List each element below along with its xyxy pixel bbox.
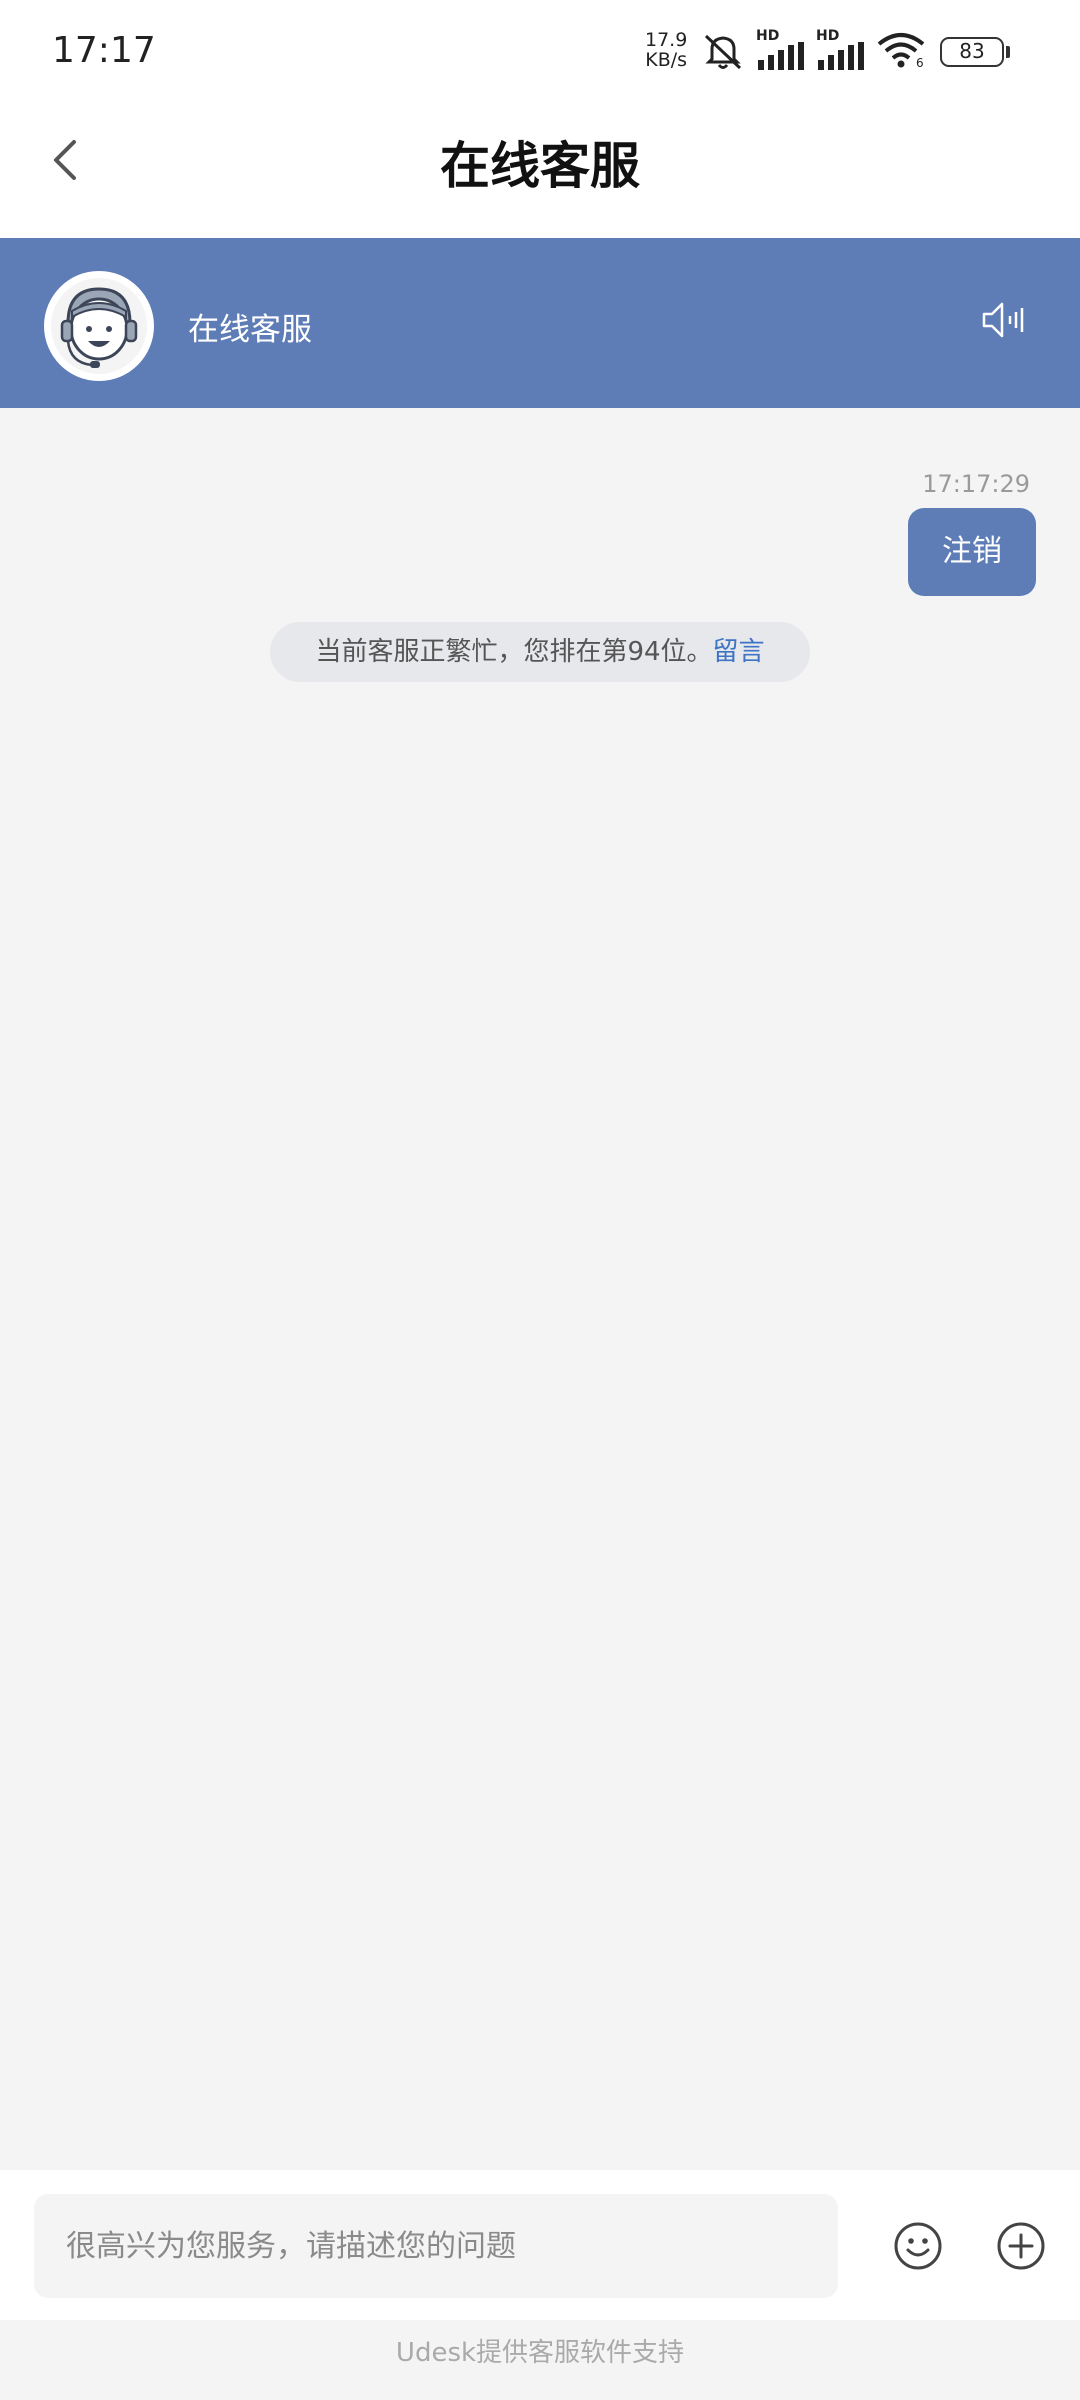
queue-notice-text: 当前客服正繁忙，您排在第94位。 bbox=[315, 637, 713, 667]
user-message-bubble[interactable]: 注销 bbox=[908, 508, 1036, 596]
network-speed-unit: KB/s bbox=[645, 49, 688, 71]
powered-by-footer: Udesk提供客服软件支持 bbox=[0, 2320, 1080, 2400]
signal-bars bbox=[758, 42, 804, 70]
queue-notice: 当前客服正繁忙，您排在第94位。留言 bbox=[270, 622, 810, 682]
speaker-toggle-button[interactable] bbox=[980, 296, 1028, 344]
wifi-label: 6 bbox=[916, 56, 924, 70]
emoji-button[interactable] bbox=[892, 2220, 944, 2272]
nav-bar: 在线客服 bbox=[0, 100, 1080, 238]
battery-level: 83 bbox=[959, 39, 985, 63]
network-speed: 17.9 KB/s bbox=[645, 30, 687, 70]
signal-icon-2: HD bbox=[816, 28, 868, 70]
message-input[interactable] bbox=[34, 2194, 838, 2298]
chat-area[interactable]: 17:17:29 注销 当前客服正繁忙，您排在第94位。留言 bbox=[0, 408, 1080, 2170]
leave-message-link[interactable]: 留言 bbox=[713, 637, 765, 667]
headset-agent-icon bbox=[51, 278, 147, 374]
mute-bell-icon bbox=[704, 34, 742, 70]
battery-icon: 83 bbox=[940, 37, 1004, 67]
plus-circle-icon bbox=[997, 2222, 1045, 2270]
more-options-button[interactable] bbox=[995, 2220, 1047, 2272]
page-title: 在线客服 bbox=[440, 136, 640, 195]
agent-name: 在线客服 bbox=[188, 312, 312, 348]
signal-bars-2 bbox=[818, 42, 864, 70]
wifi-icon: 6 bbox=[876, 32, 930, 72]
input-bar bbox=[0, 2170, 1080, 2320]
signal-icon: HD bbox=[756, 28, 808, 70]
message-timestamp: 17:17:29 bbox=[922, 470, 1030, 498]
status-bar: 17:17 17.9 KB/s HD HD 6 83 bbox=[0, 0, 1080, 100]
emoji-icon bbox=[894, 2222, 942, 2270]
status-time: 17:17 bbox=[52, 30, 156, 71]
network-speed-value: 17.9 bbox=[645, 29, 688, 51]
agent-header: 在线客服 bbox=[0, 238, 1080, 408]
battery-tip bbox=[1006, 46, 1010, 58]
agent-avatar bbox=[44, 271, 154, 381]
speaker-icon bbox=[982, 302, 1024, 338]
